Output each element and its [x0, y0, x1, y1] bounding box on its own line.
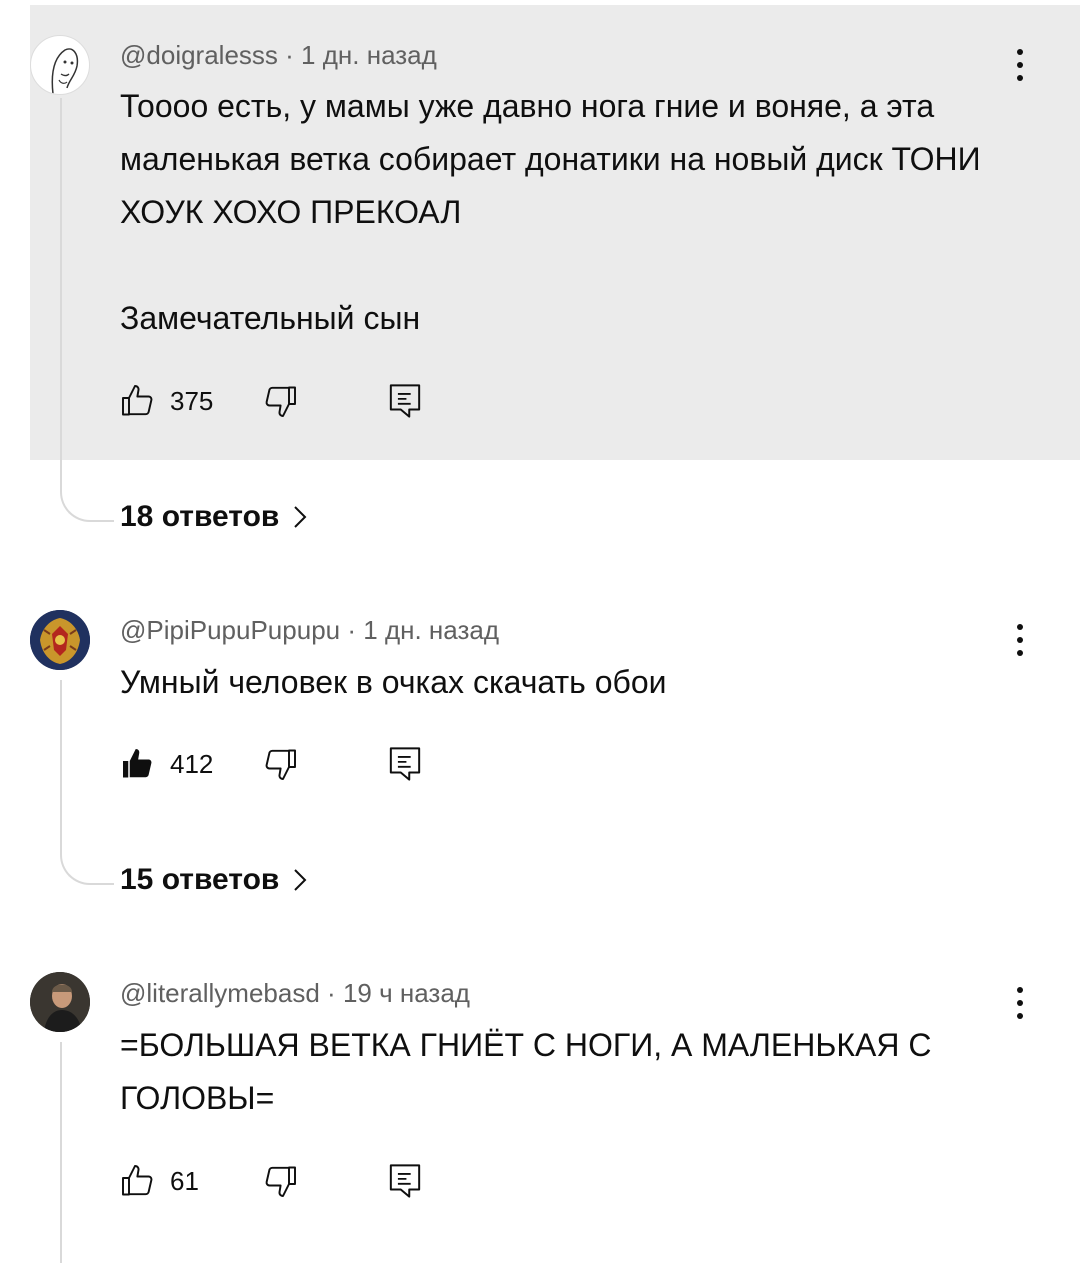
like-icon [122, 1165, 153, 1196]
person-photo-icon [30, 972, 90, 1032]
thread-line [60, 680, 114, 885]
replies-toggle[interactable]: 15 ответов [120, 863, 307, 897]
comment-time: 1 дн. назад [301, 40, 437, 70]
comment-actions: 61 [120, 1161, 440, 1201]
thread-line [60, 98, 114, 522]
replies-count: 18 ответов [120, 500, 280, 533]
dislike-button[interactable] [262, 744, 298, 784]
avatar[interactable] [30, 610, 90, 670]
more-options-button[interactable] [1005, 620, 1035, 660]
comment-meta: @literallymebasd · 19 ч назад [120, 978, 470, 1009]
avatar[interactable] [30, 35, 90, 95]
like-count: 375 [170, 385, 214, 416]
author-name[interactable]: @doigralesss [120, 40, 278, 70]
thread-line [60, 1042, 62, 1263]
meta-separator: · [285, 40, 294, 70]
dislike-button[interactable] [262, 381, 298, 421]
reply-button[interactable] [388, 1161, 422, 1201]
more-vert-icon [1017, 987, 1023, 993]
comment-text: =БОЛЬШАЯ ВЕТКА ГНИЁТ С НОГИ, А МАЛЕНЬКАЯ… [120, 1027, 932, 1116]
comment-text: Умный человек в очках скачать обои [120, 664, 667, 700]
avatar[interactable] [30, 972, 90, 1032]
dislike-icon [265, 1166, 296, 1197]
replies-toggle[interactable]: 18 ответов [120, 500, 307, 534]
dislike-icon [265, 749, 296, 780]
meta-separator: · [347, 615, 357, 645]
comment-time: 19 ч назад [342, 978, 470, 1008]
reply-icon [389, 384, 421, 418]
author-name[interactable]: @PipiPupuPupupu [120, 615, 340, 645]
more-vert-icon [1017, 624, 1023, 630]
comment-actions: 412 [120, 744, 440, 784]
like-filled-icon [123, 749, 152, 778]
like-count: 61 [170, 1165, 199, 1196]
reply-button[interactable] [388, 744, 422, 784]
chevron-right-icon [294, 869, 307, 891]
like-count: 412 [170, 748, 214, 779]
dislike-button[interactable] [262, 1161, 298, 1201]
reply-icon [389, 747, 421, 781]
chevron-right-icon [294, 506, 307, 528]
replies-count: 15 ответов [120, 863, 280, 896]
reply-button[interactable] [388, 381, 422, 421]
dislike-icon [265, 386, 296, 417]
sketch-face-icon [51, 48, 79, 94]
comment-meta: @doigralesss · 1 дн. назад [120, 40, 437, 71]
more-vert-icon [1017, 49, 1023, 55]
like-button[interactable]: 375 [120, 381, 213, 421]
comment-actions: 375 [120, 381, 440, 421]
comment-time: 1 дн. назад [363, 615, 500, 645]
comment-meta: @PipiPupuPupupu · 1 дн. назад [120, 615, 499, 646]
more-options-button[interactable] [1005, 45, 1035, 85]
author-name[interactable]: @literallymebasd [120, 978, 320, 1008]
comment-text: Тоооо есть, у мамы уже давно нога гние и… [120, 88, 981, 336]
meta-separator: · [327, 978, 336, 1008]
coat-of-arms-icon [30, 610, 90, 670]
reply-icon [389, 1164, 421, 1198]
like-button[interactable]: 412 [120, 744, 213, 784]
like-button[interactable]: 61 [120, 1161, 199, 1201]
more-options-button[interactable] [1005, 983, 1035, 1023]
like-icon [122, 385, 153, 416]
